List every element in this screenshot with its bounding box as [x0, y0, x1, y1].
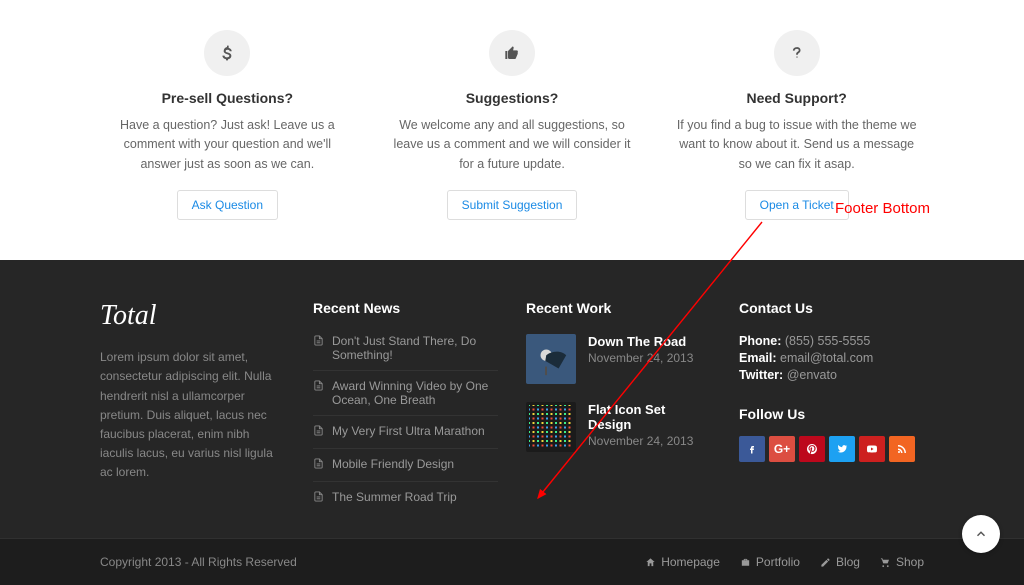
- document-icon: [313, 379, 324, 407]
- follow-heading: Follow Us: [739, 406, 924, 422]
- news-item-label: Don't Just Stand There, Do Something!: [332, 334, 498, 362]
- home-icon: [645, 557, 656, 568]
- feature-suggestions: Suggestions? We welcome any and all sugg…: [385, 30, 640, 220]
- news-item-label: Mobile Friendly Design: [332, 457, 454, 473]
- thumbs-up-icon: [489, 30, 535, 76]
- work-date: November 24, 2013: [588, 351, 693, 365]
- dollar-icon: [204, 30, 250, 76]
- facebook-icon[interactable]: [739, 436, 765, 462]
- news-item[interactable]: My Very First Ultra Marathon: [313, 416, 498, 449]
- ask-question-button[interactable]: Ask Question: [177, 190, 278, 220]
- news-item[interactable]: Award Winning Video by One Ocean, One Br…: [313, 371, 498, 416]
- google-plus-icon[interactable]: G+: [769, 436, 795, 462]
- contact-twitter-link[interactable]: @envato: [787, 368, 837, 382]
- feature-title: Need Support?: [669, 90, 924, 106]
- feature-presell: Pre-sell Questions? Have a question? Jus…: [100, 30, 355, 220]
- open-ticket-button[interactable]: Open a Ticket: [745, 190, 849, 220]
- document-icon: [313, 490, 324, 506]
- news-item-label: Award Winning Video by One Ocean, One Br…: [332, 379, 498, 407]
- scroll-to-top-button[interactable]: [962, 515, 1000, 553]
- contact-twitter: Twitter: @envato: [739, 368, 924, 382]
- work-item[interactable]: Flat Icon Set Design November 24, 2013: [526, 402, 711, 452]
- contact-email-link[interactable]: email@total.com: [780, 351, 873, 365]
- nav-shop[interactable]: Shop: [880, 555, 924, 569]
- nav-homepage[interactable]: Homepage: [645, 555, 720, 569]
- work-thumb-bird: [526, 334, 576, 384]
- rss-icon[interactable]: [889, 436, 915, 462]
- features-row: Pre-sell Questions? Have a question? Jus…: [0, 0, 1024, 260]
- feature-desc: If you find a bug to issue with the them…: [669, 116, 924, 174]
- footer-bottom-nav: Homepage Portfolio Blog Shop: [645, 555, 924, 569]
- youtube-icon[interactable]: [859, 436, 885, 462]
- news-list: Don't Just Stand There, Do Something! Aw…: [313, 334, 498, 514]
- feature-title: Suggestions?: [385, 90, 640, 106]
- briefcase-icon: [740, 557, 751, 568]
- question-icon: [774, 30, 820, 76]
- news-item[interactable]: Mobile Friendly Design: [313, 449, 498, 482]
- feature-title: Pre-sell Questions?: [100, 90, 355, 106]
- feature-desc: We welcome any and all suggestions, so l…: [385, 116, 640, 174]
- document-icon: [313, 424, 324, 440]
- document-icon: [313, 457, 324, 473]
- document-icon: [313, 334, 324, 362]
- footer-contact: Contact Us Phone: (855) 555-5555 Email: …: [739, 300, 924, 514]
- feature-desc: Have a question? Just ask! Leave us a co…: [100, 116, 355, 174]
- cart-icon: [880, 557, 891, 568]
- contact-heading: Contact Us: [739, 300, 924, 316]
- pinterest-icon[interactable]: [799, 436, 825, 462]
- chevron-up-icon: [974, 527, 988, 541]
- nav-portfolio[interactable]: Portfolio: [740, 555, 800, 569]
- work-thumb-icons: [526, 402, 576, 452]
- work-title: Down The Road: [588, 334, 693, 349]
- feature-support: Need Support? If you find a bug to issue…: [669, 30, 924, 220]
- nav-blog[interactable]: Blog: [820, 555, 860, 569]
- footer-about: Total Lorem ipsum dolor sit amet, consec…: [100, 300, 285, 514]
- contact-email: Email: email@total.com: [739, 351, 924, 365]
- contact-phone: Phone: (855) 555-5555: [739, 334, 924, 348]
- recent-work-heading: Recent Work: [526, 300, 711, 316]
- footer-recent-news: Recent News Don't Just Stand There, Do S…: [313, 300, 498, 514]
- footer-about-text: Lorem ipsum dolor sit amet, consectetur …: [100, 348, 285, 482]
- submit-suggestion-button[interactable]: Submit Suggestion: [447, 190, 578, 220]
- news-item[interactable]: The Summer Road Trip: [313, 482, 498, 514]
- news-item-label: My Very First Ultra Marathon: [332, 424, 485, 440]
- work-item[interactable]: Down The Road November 24, 2013: [526, 334, 711, 384]
- footer-bottom: Copyright 2013 - All Rights Reserved Hom…: [0, 538, 1024, 585]
- pencil-icon: [820, 557, 831, 568]
- copyright: Copyright 2013 - All Rights Reserved: [100, 555, 297, 569]
- footer-recent-work: Recent Work Down The Road November 24, 2…: [526, 300, 711, 514]
- social-row: G+: [739, 436, 924, 462]
- news-item[interactable]: Don't Just Stand There, Do Something!: [313, 334, 498, 371]
- twitter-icon[interactable]: [829, 436, 855, 462]
- footer: Total Lorem ipsum dolor sit amet, consec…: [0, 260, 1024, 538]
- footer-logo: Total: [100, 300, 157, 332]
- annotation-label: Footer Bottom: [835, 200, 930, 217]
- work-date: November 24, 2013: [588, 434, 711, 448]
- news-item-label: The Summer Road Trip: [332, 490, 457, 506]
- work-title: Flat Icon Set Design: [588, 402, 711, 432]
- recent-news-heading: Recent News: [313, 300, 498, 316]
